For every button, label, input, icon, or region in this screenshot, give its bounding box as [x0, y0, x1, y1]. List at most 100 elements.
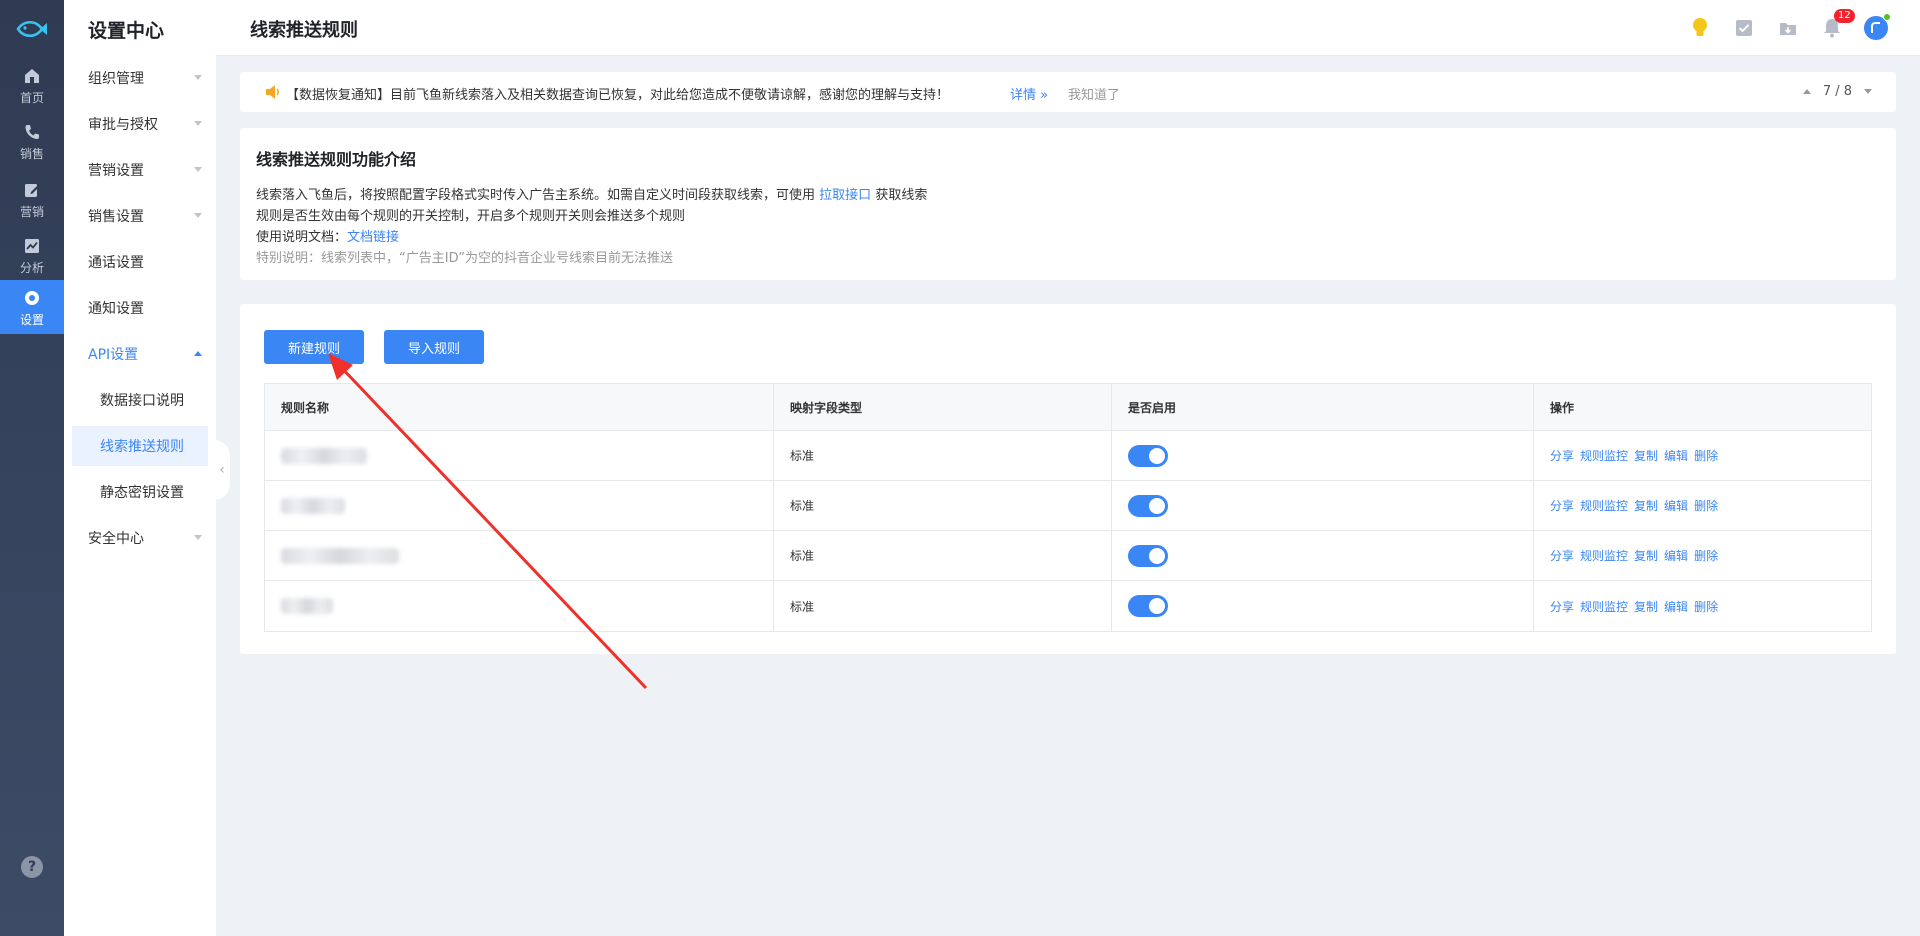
sidebar-item-label: 组织管理	[88, 71, 144, 87]
sidebar-item-label: 审批与授权	[88, 117, 158, 133]
mapping-type-cell: 标准	[774, 431, 1112, 480]
lightbulb-icon[interactable]	[1688, 16, 1712, 40]
edit-link[interactable]: 编辑	[1664, 547, 1688, 564]
mapping-type-cell: 标准	[774, 581, 1112, 631]
share-link[interactable]: 分享	[1550, 447, 1574, 464]
rules-table: 规则名称 映射字段类型 是否启用 操作 标准 分享 规则监控 复制 编辑 删除 标准 分…	[264, 383, 1872, 632]
new-rule-button[interactable]: 新建规则	[264, 330, 364, 364]
rail-item-analysis[interactable]: 分析	[0, 228, 64, 282]
sidebar-item-label: 销售设置	[88, 209, 144, 225]
monitor-link[interactable]: 规则监控	[1580, 547, 1628, 564]
sidebar-item-label: API设置	[88, 347, 139, 363]
notice-dismiss-link[interactable]: 我知道了	[1068, 84, 1120, 103]
chevron-down-icon	[194, 167, 202, 172]
help-icon[interactable]: ?	[21, 856, 43, 878]
redacted-rule-name	[281, 497, 345, 514]
column-header: 操作	[1550, 400, 1575, 415]
rail-item-settings[interactable]: 设置	[0, 280, 64, 334]
gear-icon	[21, 287, 43, 309]
notice-detail-link[interactable]: 详情 »	[1010, 84, 1048, 103]
sidebar-title: 设置中心	[88, 20, 165, 42]
delete-link[interactable]: 删除	[1694, 598, 1718, 615]
edit-link[interactable]: 编辑	[1664, 598, 1688, 615]
chevron-left-icon: ‹	[219, 462, 225, 478]
rail-item-home[interactable]: 首页	[0, 58, 64, 112]
phone-icon	[21, 121, 43, 143]
sidebar-item-marketing[interactable]: 营销设置	[64, 150, 216, 190]
online-status-dot	[1883, 13, 1891, 21]
share-link[interactable]: 分享	[1550, 497, 1574, 514]
sidebar-sub-api-doc[interactable]: 数据接口说明	[72, 380, 208, 420]
rail-label: 首页	[19, 90, 44, 105]
next-notice-icon[interactable]	[1864, 89, 1872, 94]
sidebar-collapse-handle[interactable]: ‹	[214, 440, 230, 500]
monitor-link[interactable]: 规则监控	[1580, 497, 1628, 514]
rule-name-cell	[265, 481, 774, 530]
prev-notice-icon[interactable]	[1802, 89, 1811, 94]
column-header: 是否启用	[1112, 384, 1534, 430]
sidebar-item-notify[interactable]: 通知设置	[64, 288, 216, 328]
share-link[interactable]: 分享	[1550, 598, 1574, 615]
home-icon	[21, 65, 43, 87]
table-row: 标准 分享 规则监控 复制 编辑 删除	[265, 481, 1871, 531]
sidebar-item-label: 通知设置	[88, 301, 144, 317]
sidebar-item-org[interactable]: 组织管理	[64, 58, 216, 98]
delete-link[interactable]: 删除	[1694, 497, 1718, 514]
download-icon[interactable]	[1776, 16, 1800, 40]
task-check-icon[interactable]	[1732, 16, 1756, 40]
table-row: 标准 分享 规则监控 复制 编辑 删除	[265, 531, 1871, 581]
sidebar-item-api[interactable]: API设置	[64, 334, 216, 374]
page-title: 线索推送规则	[250, 20, 358, 41]
copy-link[interactable]: 复制	[1634, 447, 1658, 464]
sidebar-sub-push-rules[interactable]: 线索推送规则	[72, 426, 208, 466]
sidebar-item-sales[interactable]: 销售设置	[64, 196, 216, 236]
sidebar-sub-static-key[interactable]: 静态密钥设置	[72, 472, 208, 512]
enable-toggle[interactable]	[1128, 544, 1168, 567]
chevron-down-icon	[194, 535, 202, 540]
intro-text: 获取线索	[875, 188, 928, 203]
import-rule-button[interactable]: 导入规则	[384, 330, 484, 364]
copy-link[interactable]: 复制	[1634, 547, 1658, 564]
doc-link[interactable]: 文档链接	[347, 230, 399, 245]
sidebar-item-label: 通话设置	[88, 255, 144, 271]
sidebar-item-label: 营销设置	[88, 163, 144, 179]
monitor-link[interactable]: 规则监控	[1580, 447, 1628, 464]
delete-link[interactable]: 删除	[1694, 447, 1718, 464]
avatar[interactable]	[1864, 13, 1891, 40]
copy-link[interactable]: 复制	[1634, 497, 1658, 514]
copy-link[interactable]: 复制	[1634, 598, 1658, 615]
enabled-cell	[1112, 431, 1534, 480]
pull-api-link[interactable]: 拉取接口	[819, 188, 871, 203]
delete-link[interactable]: 删除	[1694, 547, 1718, 564]
enable-toggle[interactable]	[1128, 595, 1168, 617]
sidebar-item-security[interactable]: 安全中心	[64, 518, 216, 558]
rule-name-cell	[265, 431, 774, 480]
enable-toggle[interactable]	[1128, 444, 1168, 467]
notice-banner: 【数据恢复通知】目前飞鱼新线索落入及相关数据查询已恢复，对此给您造成不便敬请谅解…	[240, 72, 1896, 112]
edit-link[interactable]: 编辑	[1664, 447, 1688, 464]
fish-logo-icon[interactable]	[0, 12, 64, 46]
edit-link[interactable]: 编辑	[1664, 497, 1688, 514]
sidebar-item-call[interactable]: 通话设置	[64, 242, 216, 282]
monitor-link[interactable]: 规则监控	[1580, 598, 1628, 615]
rail-item-marketing[interactable]: 营销	[0, 172, 64, 226]
speaker-icon	[264, 83, 282, 105]
intro-heading: 线索推送规则功能介绍	[256, 150, 417, 169]
share-link[interactable]: 分享	[1550, 547, 1574, 564]
enable-toggle[interactable]	[1128, 494, 1168, 517]
operations-cell: 分享 规则监控 复制 编辑 删除	[1534, 531, 1871, 580]
bell-icon[interactable]: 12	[1820, 9, 1855, 40]
rail-item-sales[interactable]: 销售	[0, 114, 64, 168]
sidebar-item-label: 线索推送规则	[100, 439, 184, 455]
table-row: 标准 分享 规则监控 复制 编辑 删除	[265, 581, 1871, 631]
operations-cell: 分享 规则监控 复制 编辑 删除	[1534, 431, 1871, 480]
table-row: 标准 分享 规则监控 复制 编辑 删除	[265, 431, 1871, 481]
rule-name-cell	[265, 531, 774, 580]
column-header: 映射字段类型	[774, 384, 1112, 430]
table-header-row: 规则名称 映射字段类型 是否启用 操作	[265, 384, 1871, 431]
mapping-type-cell: 标准	[774, 481, 1112, 530]
notice-page-indicator: 7 / 8	[1822, 84, 1852, 99]
intro-card: 线索推送规则功能介绍 线索落入飞鱼后，将按照配置字段格式实时传入广告主系统。如需…	[240, 128, 1896, 280]
intro-text: 线索落入飞鱼后，将按照配置字段格式实时传入广告主系统。如需自定义时间段获取线索，…	[256, 188, 816, 203]
sidebar-item-approval[interactable]: 审批与授权	[64, 104, 216, 144]
